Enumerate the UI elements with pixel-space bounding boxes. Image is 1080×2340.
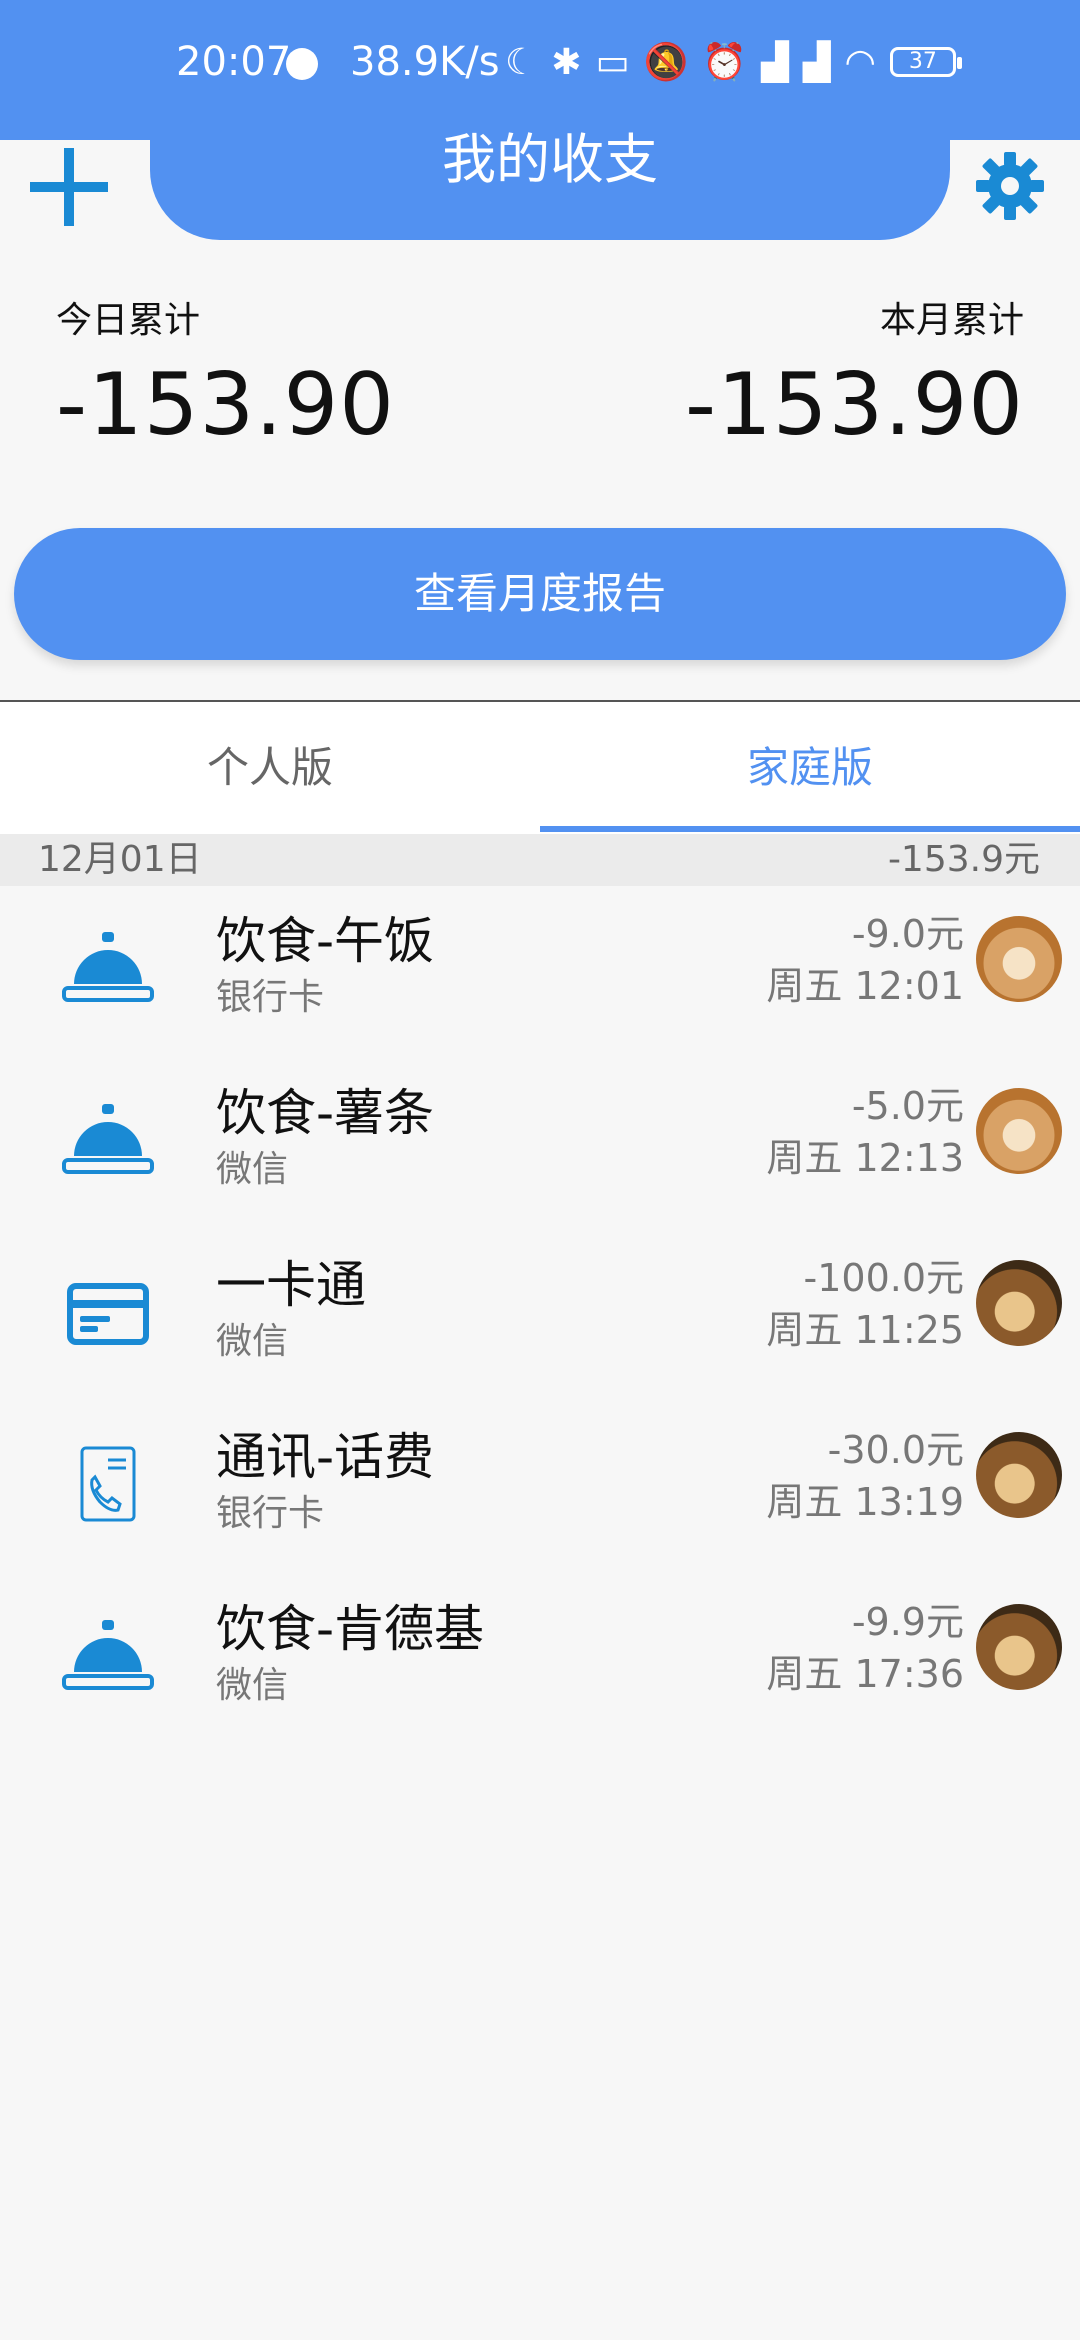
version-tabs: 个人版 家庭版 xyxy=(0,702,1080,834)
network-speed: 38.9K/s xyxy=(350,39,500,85)
food-cloche-icon xyxy=(62,1620,154,1690)
moon-icon: ☾ xyxy=(505,41,538,83)
month-total-label: 本月累计 xyxy=(879,300,1024,341)
settings-gear-icon[interactable] xyxy=(974,150,1046,222)
item-amount: -9.0元 xyxy=(851,912,964,956)
status-bar: 20:07 38.9K/s ☾ ✱ ▭ 🔕 ⏰ ▟ ▟ ◠ 37 xyxy=(0,0,1080,140)
app-screen: 20:07 38.9K/s ☾ ✱ ▭ 🔕 ⏰ ▟ ▟ ◠ 37 我的收支 今日… xyxy=(0,0,1080,2340)
group-total: -153.9元 xyxy=(887,839,1040,880)
tab-personal[interactable]: 个人版 xyxy=(0,702,540,834)
battery-icon: 37 xyxy=(889,47,962,77)
item-category: 饮食-薯条 xyxy=(216,1084,435,1142)
card-icon xyxy=(67,1283,149,1345)
wifi-icon: ◠ xyxy=(844,41,876,83)
item-amount: -30.0元 xyxy=(827,1428,964,1472)
phone-bill-icon xyxy=(80,1446,136,1522)
month-total-value: -153.90 xyxy=(685,355,1024,455)
group-date: 12月01日 xyxy=(38,839,202,880)
avatar xyxy=(976,916,1062,1002)
tab-family[interactable]: 家庭版 xyxy=(540,702,1080,834)
vibrate-icon: ▭ xyxy=(595,41,630,83)
signal-icon-2: ▟ xyxy=(802,41,831,83)
bluetooth-icon: ✱ xyxy=(551,41,582,83)
app-notification-icon xyxy=(286,48,318,80)
avatar xyxy=(976,1604,1062,1690)
food-cloche-icon xyxy=(62,1104,154,1174)
item-account: 微信 xyxy=(216,1321,289,1362)
list-item[interactable]: 饮食-肯德基 微信 -9.9元 周五 17:36 xyxy=(0,1574,1080,1746)
status-time: 20:07 xyxy=(176,39,292,85)
item-category: 饮食-午饭 xyxy=(216,912,435,970)
today-total-value: -153.90 xyxy=(56,355,395,455)
avatar xyxy=(976,1260,1062,1346)
item-category: 通讯-话费 xyxy=(216,1428,435,1486)
item-time: 周五 11:25 xyxy=(766,1308,964,1352)
signal-icon: ▟ xyxy=(761,41,789,83)
item-account: 银行卡 xyxy=(216,1493,325,1534)
list-item[interactable]: 饮食-午饭 银行卡 -9.0元 周五 12:01 xyxy=(0,886,1080,1058)
item-amount: -5.0元 xyxy=(851,1084,964,1128)
item-time: 周五 17:36 xyxy=(766,1652,964,1696)
item-time: 周五 12:13 xyxy=(766,1136,964,1180)
item-account: 微信 xyxy=(216,1665,289,1706)
avatar xyxy=(976,1432,1062,1518)
add-record-button[interactable] xyxy=(30,148,108,226)
list-item[interactable]: 一卡通 微信 -100.0元 周五 11:25 xyxy=(0,1230,1080,1402)
item-account: 微信 xyxy=(216,1149,289,1190)
item-account: 银行卡 xyxy=(216,977,325,1018)
list-item[interactable]: 饮食-薯条 微信 -5.0元 周五 12:13 xyxy=(0,1058,1080,1230)
avatar xyxy=(976,1088,1062,1174)
item-amount: -100.0元 xyxy=(803,1256,965,1300)
status-icons: ☾ ✱ ▭ 🔕 ⏰ ▟ ▟ ◠ 37 xyxy=(505,36,962,88)
monthly-report-button[interactable]: 查看月度报告 xyxy=(14,528,1066,660)
list-item[interactable]: 通讯-话费 银行卡 -30.0元 周五 13:19 xyxy=(0,1402,1080,1574)
page-title: 我的收支 xyxy=(442,128,658,191)
today-total-label: 今日累计 xyxy=(56,300,201,341)
alarm-icon: ⏰ xyxy=(702,42,748,83)
active-tab-indicator xyxy=(540,826,1080,832)
item-amount: -9.9元 xyxy=(851,1600,964,1644)
item-category: 饮食-肯德基 xyxy=(216,1600,485,1658)
item-category: 一卡通 xyxy=(216,1256,366,1314)
food-cloche-icon xyxy=(62,932,154,1002)
date-group-header: 12月01日 -153.9元 xyxy=(0,834,1080,886)
mute-icon: 🔕 xyxy=(643,42,689,83)
item-time: 周五 12:01 xyxy=(766,964,964,1008)
item-time: 周五 13:19 xyxy=(766,1480,964,1524)
